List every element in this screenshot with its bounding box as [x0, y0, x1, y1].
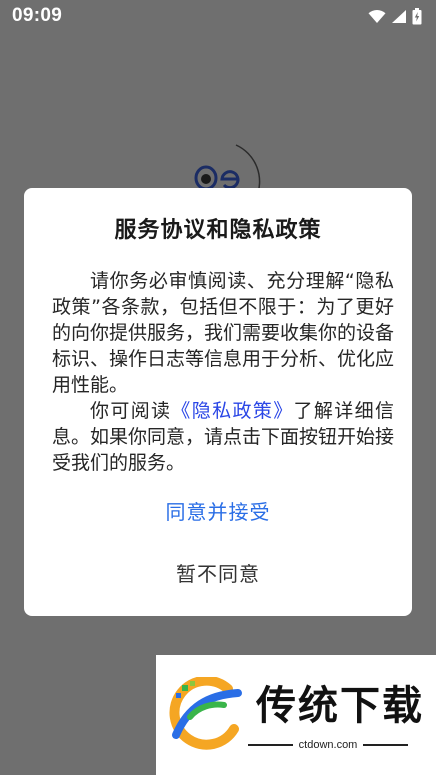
- decline-button[interactable]: 暂不同意: [24, 556, 412, 592]
- status-icons: [368, 7, 422, 25]
- dialog-title: 服务协议和隐私政策: [114, 218, 322, 243]
- watermark: 传统下载 ctdown.com: [156, 655, 436, 775]
- dialog-paragraph-2: 你可阅读《隐私政策》了解详细信息。如果你同意，请点击下面按钮开始接受我们的服务。: [52, 398, 394, 476]
- watermark-title: 传统下载: [256, 683, 424, 729]
- watermark-url-row: ctdown.com: [248, 737, 409, 753]
- ctdown-logo-icon: [169, 677, 242, 750]
- divider-line-right: [363, 744, 409, 746]
- paragraph-2-before: 你可阅读: [90, 400, 172, 422]
- watermark-url: ctdown.com: [298, 739, 358, 751]
- privacy-dialog: 服务协议和隐私政策 请你务必审慎阅读、充分理解“隐私政策”各条款，包括但不限于：…: [24, 188, 412, 616]
- battery-charging-icon: [412, 7, 422, 24]
- status-bar: 09:09: [0, 0, 436, 32]
- accept-button[interactable]: 同意并接受: [24, 494, 412, 530]
- privacy-policy-link[interactable]: 《隐私政策》: [171, 400, 293, 422]
- divider-line-left: [248, 744, 293, 746]
- signal-icon: [392, 9, 406, 23]
- status-time: 09:09: [12, 5, 63, 26]
- wifi-icon: [368, 9, 386, 23]
- dialog-paragraph-1: 请你务必审慎阅读、充分理解“隐私政策”各条款，包括但不限于：为了更好的向你提供服…: [52, 270, 395, 396]
- dialog-body: 请你务必审慎阅读、充分理解“隐私政策”各条款，包括但不限于：为了更好的向你提供服…: [52, 268, 394, 476]
